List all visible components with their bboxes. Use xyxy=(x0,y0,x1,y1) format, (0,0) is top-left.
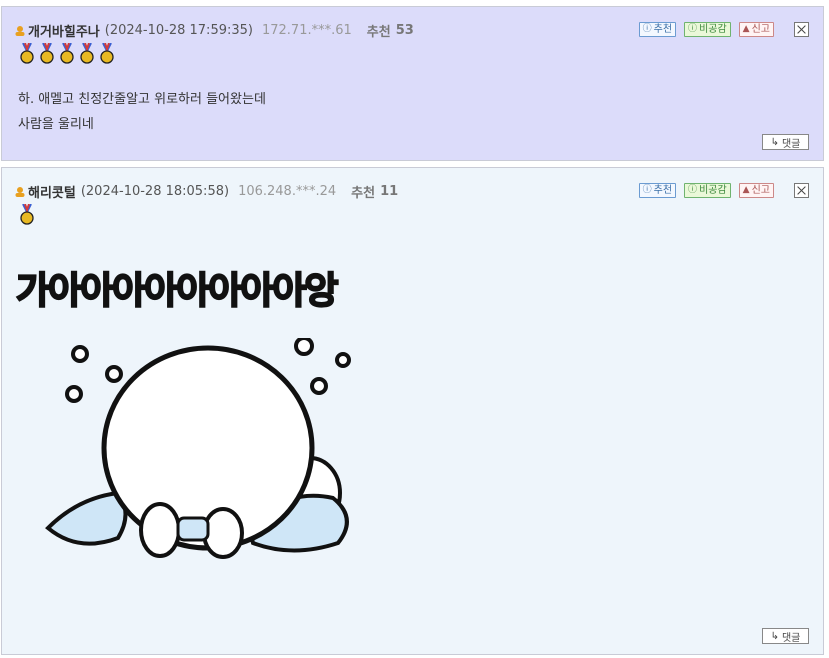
siren-icon: ▲ xyxy=(742,185,750,195)
nonrecommend-button-label: 비공감 xyxy=(699,185,727,196)
recommend-count: 53 xyxy=(395,23,414,38)
comment-item: 개거바힐주나 (2024-10-28 17:59:35) 172.71.***.… xyxy=(1,6,824,161)
recommend-button-label: 추천 xyxy=(653,185,673,196)
gold-medal-icon xyxy=(100,43,114,64)
medal-row xyxy=(17,43,117,65)
nickname[interactable]: 개거바힐주나 xyxy=(28,21,100,40)
info-circle-icon: ⓘ xyxy=(688,24,698,34)
comment-item: 해리콧털 (2024-10-28 18:05:58) 106.248.***.2… xyxy=(1,167,824,655)
ip-address: 172.71.***.61 xyxy=(261,23,352,38)
info-circle-icon: ⓘ xyxy=(642,185,652,195)
user-badge-icon xyxy=(15,25,25,36)
gold-medal-icon xyxy=(60,43,74,64)
nonrecommend-button[interactable]: ⓘ 비공감 xyxy=(684,183,731,198)
reply-button-label: 댓글 xyxy=(781,632,801,644)
gold-medal-icon xyxy=(20,43,34,64)
gold-medal-icon xyxy=(80,43,94,64)
close-icon[interactable] xyxy=(794,183,809,198)
comment-header: 해리콧털 (2024-10-28 18:05:58) 106.248.***.2… xyxy=(14,182,398,201)
close-icon[interactable] xyxy=(794,22,809,37)
comment-date: (2024-10-28 18:05:58) xyxy=(80,184,230,199)
nickname[interactable]: 해리콧털 xyxy=(28,182,76,201)
reply-button[interactable]: ↳ 댓글 xyxy=(762,628,809,644)
report-button[interactable]: ▲ 신고 xyxy=(738,22,774,37)
recommend-button[interactable]: ⓘ 추천 xyxy=(638,183,677,198)
report-button[interactable]: ▲ 신고 xyxy=(738,183,774,198)
reply-arrow-icon: ↳ xyxy=(770,136,779,148)
report-button-label: 신고 xyxy=(751,24,770,35)
info-circle-icon: ⓘ xyxy=(642,24,652,34)
recommend-count: 11 xyxy=(380,184,399,199)
gold-medal-icon xyxy=(40,43,54,64)
recommend-button[interactable]: ⓘ 추천 xyxy=(638,22,677,37)
siren-icon: ▲ xyxy=(742,24,750,34)
comment-text-line: 사람을 울리네 xyxy=(18,117,94,132)
reply-button[interactable]: ↳ 댓글 xyxy=(762,134,809,150)
nonrecommend-button-label: 비공감 xyxy=(699,24,727,35)
nonrecommend-button[interactable]: ⓘ 비공감 xyxy=(684,22,731,37)
report-button-label: 신고 xyxy=(751,185,770,196)
reply-arrow-icon: ↳ xyxy=(770,630,779,642)
comment-actions: ⓘ 추천 ⓘ 비공감 ▲ 신고 xyxy=(631,183,809,198)
gold-medal-icon xyxy=(20,204,34,225)
sticker-shout-text: 가아아아아아아아아앙 xyxy=(15,268,339,313)
recommend-label: 추천 xyxy=(366,25,391,40)
recommend-button-label: 추천 xyxy=(653,24,673,35)
info-circle-icon: ⓘ xyxy=(688,185,698,195)
user-badge-icon xyxy=(15,186,25,197)
comment-header: 개거바힐주나 (2024-10-28 17:59:35) 172.71.***.… xyxy=(14,21,414,40)
comment-text-line: 하. 애멜고 친정간줄알고 위로하러 들어왔는데 xyxy=(18,92,266,107)
comment-date: (2024-10-28 17:59:35) xyxy=(104,23,253,38)
ip-address: 106.248.***.24 xyxy=(238,184,337,199)
recommend-label: 추천 xyxy=(351,186,376,201)
comment-actions: ⓘ 추천 ⓘ 비공감 ▲ 신고 xyxy=(631,22,809,37)
crying-blob-sticker-image xyxy=(45,338,351,559)
reply-button-label: 댓글 xyxy=(781,138,801,150)
medal-row xyxy=(17,204,37,226)
